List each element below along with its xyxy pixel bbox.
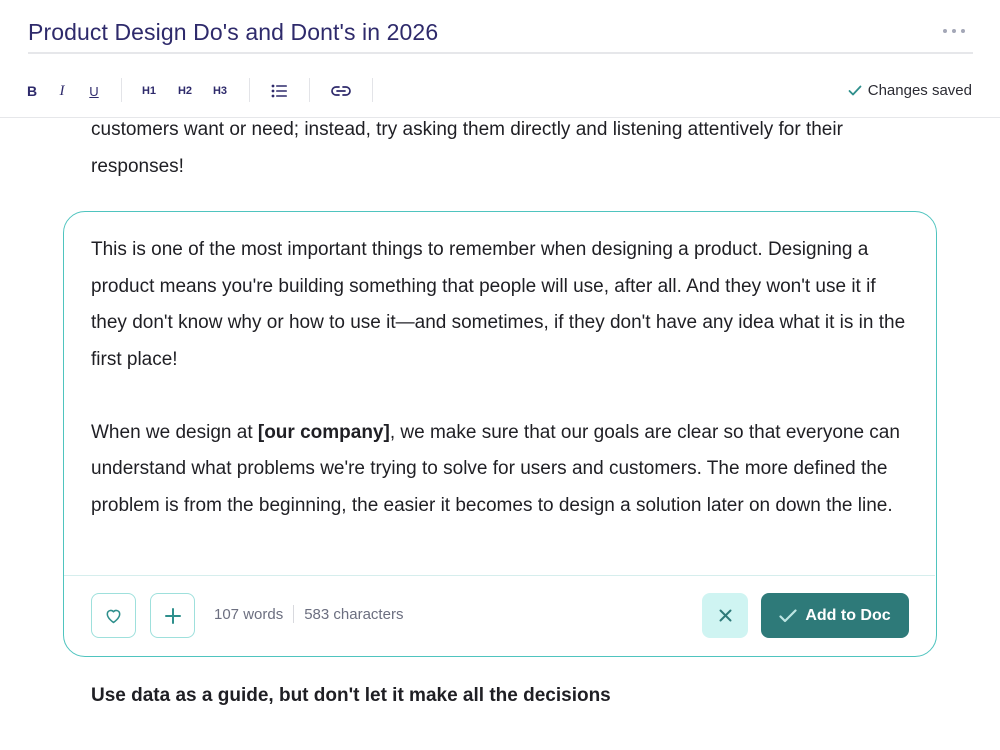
suggestion-text[interactable]: This is one of the most important things… xyxy=(91,232,916,524)
heading-1-button[interactable]: H1 xyxy=(137,76,161,106)
placeholder-company: [our company] xyxy=(257,421,390,443)
dismiss-button[interactable] xyxy=(702,593,748,638)
heading-3-button[interactable]: H3 xyxy=(208,76,232,106)
insert-button[interactable] xyxy=(150,593,195,638)
add-to-doc-button[interactable]: Add to Doc xyxy=(761,593,909,638)
check-icon xyxy=(848,85,862,96)
check-icon xyxy=(779,608,797,622)
heading-2-button[interactable]: H2 xyxy=(173,76,197,106)
add-to-doc-label: Add to Doc xyxy=(805,606,891,624)
toolbar-divider xyxy=(121,78,122,102)
document-title[interactable]: Product Design Do's and Dont's in 2026 xyxy=(28,19,438,46)
stats-divider xyxy=(293,605,295,623)
toolbar-divider xyxy=(309,78,310,102)
formatting-toolbar: B I U H1 H2 H3 Changes saved xyxy=(0,66,1000,118)
body-paragraph[interactable]: customers want or need; instead, try ask… xyxy=(91,118,921,185)
heart-icon xyxy=(106,609,121,624)
italic-button[interactable]: I xyxy=(52,76,72,106)
ai-suggestion-card: This is one of the most important things… xyxy=(63,211,937,657)
character-count: 583 characters xyxy=(304,605,404,623)
save-status: Changes saved xyxy=(848,82,972,99)
toolbar-divider xyxy=(249,78,250,102)
document-body[interactable]: customers want or need; instead, try ask… xyxy=(0,118,1000,750)
save-status-label: Changes saved xyxy=(867,82,972,99)
word-count: 107 words xyxy=(214,605,284,623)
close-icon xyxy=(719,609,731,622)
like-button[interactable] xyxy=(91,593,136,638)
text-stats: 107 words 583 characters xyxy=(214,605,403,623)
suggestion-paragraph: This is one of the most important things… xyxy=(91,239,906,370)
toolbar-divider xyxy=(372,78,373,102)
bulleted-list-icon[interactable] xyxy=(268,76,290,106)
suggestion-footer: 107 words 583 characters Add to Doc xyxy=(64,575,935,656)
more-options-icon[interactable] xyxy=(943,26,965,36)
link-icon[interactable] xyxy=(328,76,354,106)
title-bar: Product Design Do's and Dont's in 2026 xyxy=(28,0,973,54)
bold-button[interactable]: B xyxy=(22,76,42,106)
plus-icon xyxy=(164,607,181,624)
underline-button[interactable]: U xyxy=(84,76,104,106)
section-heading[interactable]: Use data as a guide, but don't let it ma… xyxy=(91,685,611,707)
suggestion-paragraph: When we design at [our company], we make… xyxy=(91,421,900,516)
